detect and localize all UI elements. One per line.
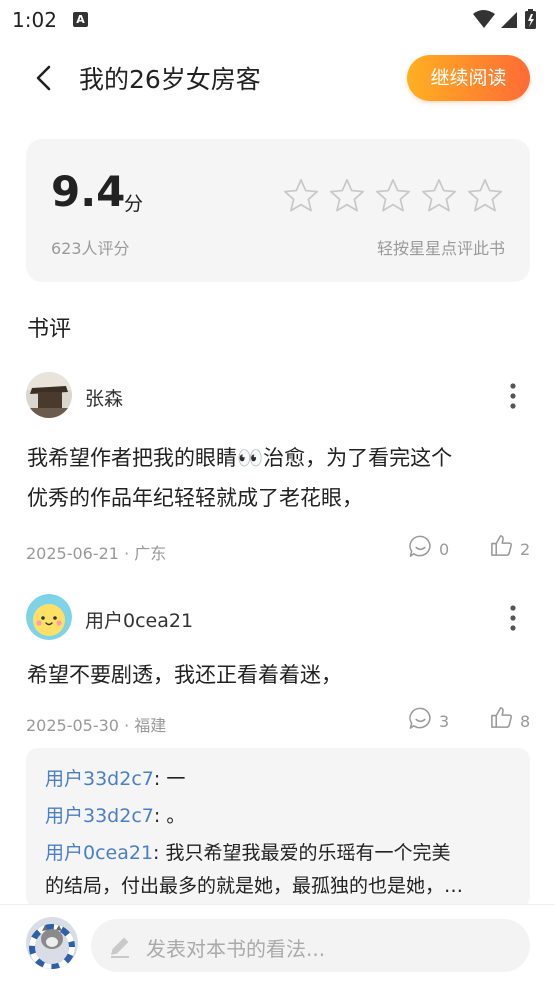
back-arrow-icon[interactable] bbox=[28, 62, 60, 94]
status-time: 1:02 bbox=[12, 8, 57, 32]
avatar-image bbox=[26, 917, 78, 969]
reply-text-continued: 的结局，付出最多的就是她，最孤独的也是她，… bbox=[45, 875, 464, 897]
rating-card: 9.4 分 623人评分 轻按星星点评此书 bbox=[26, 139, 530, 282]
star-hint: 轻按星星点评此书 bbox=[376, 239, 505, 258]
more-options-icon[interactable] bbox=[507, 381, 519, 411]
bottom-bar: 发表对本书的看法... bbox=[0, 904, 555, 985]
reply-text: : 一 bbox=[153, 768, 186, 790]
review-date-location: 2025-06-21 · 广东 bbox=[26, 544, 167, 563]
reply-username[interactable]: 用户0cea21 bbox=[45, 842, 153, 864]
comment-count: 3 bbox=[439, 712, 450, 731]
review-username[interactable]: 张森 bbox=[85, 384, 123, 411]
reply-text: : 。 bbox=[153, 805, 186, 827]
star-icon[interactable] bbox=[466, 177, 504, 215]
avatar[interactable] bbox=[26, 372, 72, 418]
review-text-line: 希望不要剧透，我还正看着着迷， bbox=[27, 663, 342, 687]
reply-item: 用户33d2c7: 。 bbox=[45, 801, 185, 828]
status-icons bbox=[473, 9, 536, 29]
review-text-line: 我希望作者把我的眼睛👀治愈，为了看完这个 bbox=[27, 446, 453, 470]
review-username[interactable]: 用户0cea21 bbox=[85, 606, 193, 633]
page-title: 我的26岁女房客 bbox=[79, 65, 261, 94]
rating-count: 623人评分 bbox=[51, 239, 130, 258]
reply-text: : 我只希望我最爱的乐瑶有一个完美 bbox=[153, 842, 451, 864]
like-icon[interactable] bbox=[489, 705, 514, 730]
comment-icon[interactable] bbox=[408, 706, 433, 731]
top-bar: 我的26岁女房客 继续阅读 bbox=[0, 40, 555, 116]
review-text-line: 优秀的作品年纪轻轻就成了老花眼， bbox=[27, 486, 363, 510]
avatar-image bbox=[26, 372, 72, 418]
reviews-section-title: 书评 bbox=[27, 317, 72, 342]
review-text: 希望不要剧透，我还正看着着迷， bbox=[27, 655, 532, 695]
star-rating[interactable] bbox=[282, 177, 504, 217]
like-count: 8 bbox=[520, 712, 531, 731]
avatar-image bbox=[26, 594, 72, 640]
reply-item: 用户0cea21: 我只希望我最爱的乐瑶有一个完美 bbox=[45, 838, 451, 865]
comment-icon[interactable] bbox=[408, 534, 433, 559]
my-avatar[interactable] bbox=[26, 917, 78, 969]
reply-username[interactable]: 用户33d2c7 bbox=[45, 768, 154, 790]
more-options-icon[interactable] bbox=[507, 603, 519, 633]
reply-username[interactable]: 用户33d2c7 bbox=[45, 805, 154, 827]
pencil-icon bbox=[111, 937, 129, 958]
comment-input[interactable]: 发表对本书的看法... bbox=[91, 919, 530, 972]
comment-count: 0 bbox=[439, 540, 450, 559]
signal-icon bbox=[501, 12, 517, 28]
status-bar: 1:02 A bbox=[0, 0, 555, 40]
like-icon[interactable] bbox=[489, 533, 514, 558]
reply-item: 用户33d2c7: 一 bbox=[45, 764, 185, 791]
avatar[interactable] bbox=[26, 594, 72, 640]
comment-input-placeholder: 发表对本书的看法... bbox=[146, 937, 326, 961]
review-date-location: 2025-05-30 · 福建 bbox=[26, 716, 167, 735]
replies-box[interactable]: 用户33d2c7: 一 用户33d2c7: 。 用户0cea21: 我只希望我最… bbox=[26, 748, 530, 908]
like-count: 2 bbox=[520, 540, 531, 559]
star-icon[interactable] bbox=[282, 177, 320, 215]
rating-score: 9.4 bbox=[51, 167, 126, 216]
rating-score-unit: 分 bbox=[124, 193, 144, 215]
wifi-icon bbox=[473, 10, 495, 28]
star-icon[interactable] bbox=[328, 177, 366, 215]
notification-a-icon: A bbox=[73, 12, 88, 27]
star-icon[interactable] bbox=[420, 177, 458, 215]
review-text: 我希望作者把我的眼睛👀治愈，为了看完这个 优秀的作品年纪轻轻就成了老花眼， bbox=[27, 438, 532, 518]
continue-reading-button[interactable]: 继续阅读 bbox=[407, 55, 530, 101]
star-icon[interactable] bbox=[374, 177, 412, 215]
